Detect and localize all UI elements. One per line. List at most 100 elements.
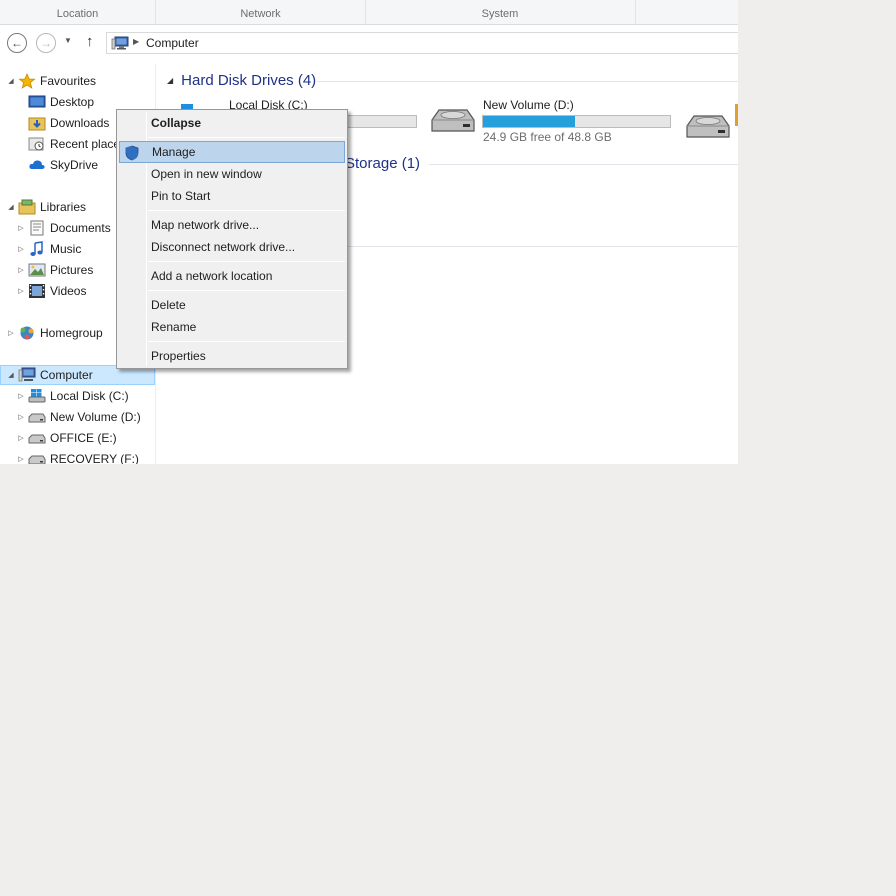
group-title: Storage (1)	[345, 155, 421, 172]
hard-drive-icon	[28, 451, 46, 464]
tree-label: Computer	[40, 368, 93, 382]
ribbon-group-location: Location	[56, 8, 99, 20]
tree-label: Pictures	[50, 263, 94, 277]
menu-item-map-network-drive[interactable]: Map network drive...	[119, 214, 345, 236]
tree-label: New Volume (D:)	[50, 410, 141, 424]
expand-arrow-icon[interactable]: ▷	[16, 455, 26, 463]
collapse-arrow-icon[interactable]: ◢	[6, 203, 16, 211]
drive-tile-new-volume-d[interactable]: New Volume (D:) 24.9 GB free of 48.8 GB	[429, 98, 679, 148]
collapse-arrow-icon[interactable]: ◢	[6, 371, 16, 379]
menu-item-label: Properties	[151, 349, 206, 363]
desktop-icon	[28, 94, 46, 110]
expand-arrow-icon[interactable]: ▷	[16, 245, 26, 253]
breadcrumb-computer[interactable]: Computer	[146, 36, 199, 50]
tree-item-music[interactable]: ▷ Music	[16, 239, 81, 259]
expand-arrow-icon[interactable]: ▷	[16, 224, 26, 232]
menu-item-properties[interactable]: Properties	[119, 345, 345, 367]
arrow-left-icon: ←	[11, 36, 23, 50]
menu-separator	[148, 261, 345, 262]
expand-arrow-icon[interactable]: ▷	[16, 413, 26, 421]
drive-tile-edge	[735, 104, 738, 126]
tree-label: Libraries	[40, 200, 87, 214]
back-button[interactable]: ←	[7, 33, 27, 53]
menu-item-label: Collapse	[151, 116, 202, 130]
ribbon-group-system: System	[481, 8, 519, 20]
tree-item-documents[interactable]: ▷ Documents	[16, 218, 111, 238]
uac-shield-icon	[125, 145, 139, 161]
hard-drive-icon[interactable]	[684, 110, 732, 142]
address-bar[interactable]: ▶ Computer	[106, 32, 738, 54]
group-removable-storage[interactable]: Storage (1)	[345, 155, 420, 172]
menu-separator	[148, 137, 345, 138]
tree-item-local-disk-c[interactable]: ▷ Local Disk (C:)	[16, 386, 129, 406]
libraries-icon	[18, 199, 36, 215]
group-title: Hard Disk Drives (4)	[181, 72, 317, 89]
tree-item-recent-places[interactable]: Recent places	[16, 134, 126, 154]
tree-label: Music	[50, 242, 82, 256]
tree-item-skydrive[interactable]: SkyDrive	[16, 155, 98, 175]
menu-item-disconnect-network-drive[interactable]: Disconnect network drive...	[119, 236, 345, 258]
collapse-arrow-icon[interactable]: ◢	[6, 77, 16, 85]
context-menu: Collapse Manage Open in new window Pin t…	[116, 109, 348, 369]
recent-locations-dropdown[interactable]: ▼	[64, 36, 72, 45]
menu-item-label: Disconnect network drive...	[151, 240, 296, 254]
tree-item-favourites[interactable]: ◢ Favourites	[6, 71, 96, 91]
menu-separator	[148, 210, 345, 211]
menu-item-delete[interactable]: Delete	[119, 294, 345, 316]
drive-usage-fill	[483, 116, 575, 127]
menu-item-label: Pin to Start	[151, 189, 211, 203]
navigation-bar: ← → ▼ ↑ ▶ Computer	[0, 25, 738, 61]
tree-item-office-e[interactable]: ▷ OFFICE (E:)	[16, 428, 117, 448]
menu-item-label: Open in new window	[151, 167, 262, 181]
computer-icon	[111, 36, 129, 50]
videos-icon	[28, 283, 46, 299]
tree-item-libraries[interactable]: ◢ Libraries	[6, 197, 86, 217]
expand-arrow-icon[interactable]: ▷	[16, 434, 26, 442]
tree-label: Downloads	[50, 116, 110, 130]
forward-button[interactable]: →	[36, 33, 56, 53]
tree-label: Videos	[50, 284, 87, 298]
group-divider	[347, 246, 738, 247]
menu-item-label: Manage	[152, 145, 196, 159]
arrow-up-icon: ↑	[86, 33, 94, 50]
menu-separator	[148, 290, 345, 291]
expand-arrow-icon[interactable]: ▷	[6, 329, 16, 337]
menu-item-open-in-new-window[interactable]: Open in new window	[119, 163, 345, 185]
tree-label: OFFICE (E:)	[50, 431, 117, 445]
expand-arrow-icon[interactable]: ▷	[16, 266, 26, 274]
menu-item-add-network-location[interactable]: Add a network location	[119, 265, 345, 287]
ribbon: Location Network System	[0, 0, 738, 25]
expand-arrow-icon[interactable]: ▷	[16, 287, 26, 295]
group-divider	[429, 164, 738, 165]
menu-item-rename[interactable]: Rename	[119, 316, 345, 338]
breadcrumb-separator-icon[interactable]: ▶	[133, 37, 139, 46]
tree-item-pictures[interactable]: ▷ Pictures	[16, 260, 93, 280]
menu-item-label: Map network drive...	[151, 218, 260, 232]
hard-drive-icon	[28, 409, 46, 425]
menu-separator	[148, 341, 345, 342]
downloads-folder-icon	[28, 115, 46, 131]
pictures-icon	[28, 262, 46, 278]
tree-label: SkyDrive	[50, 158, 99, 172]
drive-usage-bar	[482, 115, 671, 128]
collapse-arrow-icon[interactable]: ◢	[167, 76, 173, 85]
group-hard-disk-drives[interactable]: ◢ Hard Disk Drives (4)	[167, 72, 316, 89]
menu-item-manage[interactable]: Manage	[119, 141, 345, 163]
menu-item-collapse[interactable]: Collapse	[119, 112, 345, 134]
tree-item-videos[interactable]: ▷ Videos	[16, 281, 86, 301]
windows-drive-icon	[28, 388, 46, 404]
menu-item-pin-to-start[interactable]: Pin to Start	[119, 185, 345, 207]
recent-places-icon	[28, 136, 46, 152]
tree-item-new-volume-d[interactable]: ▷ New Volume (D:)	[16, 407, 141, 427]
expand-arrow-icon[interactable]: ▷	[16, 392, 26, 400]
star-icon	[18, 73, 36, 89]
tree-label: Favourites	[40, 74, 97, 88]
tree-item-desktop[interactable]: Desktop	[16, 92, 94, 112]
tree-item-downloads[interactable]: Downloads	[16, 113, 109, 133]
tree-label: Documents	[50, 221, 111, 235]
hard-drive-icon	[28, 430, 46, 446]
music-icon	[28, 241, 46, 257]
up-button[interactable]: ↑	[86, 33, 94, 50]
tree-item-recovery-f[interactable]: ▷ RECOVERY (F:)	[16, 449, 139, 464]
tree-item-homegroup[interactable]: ▷ Homegroup	[6, 323, 102, 343]
